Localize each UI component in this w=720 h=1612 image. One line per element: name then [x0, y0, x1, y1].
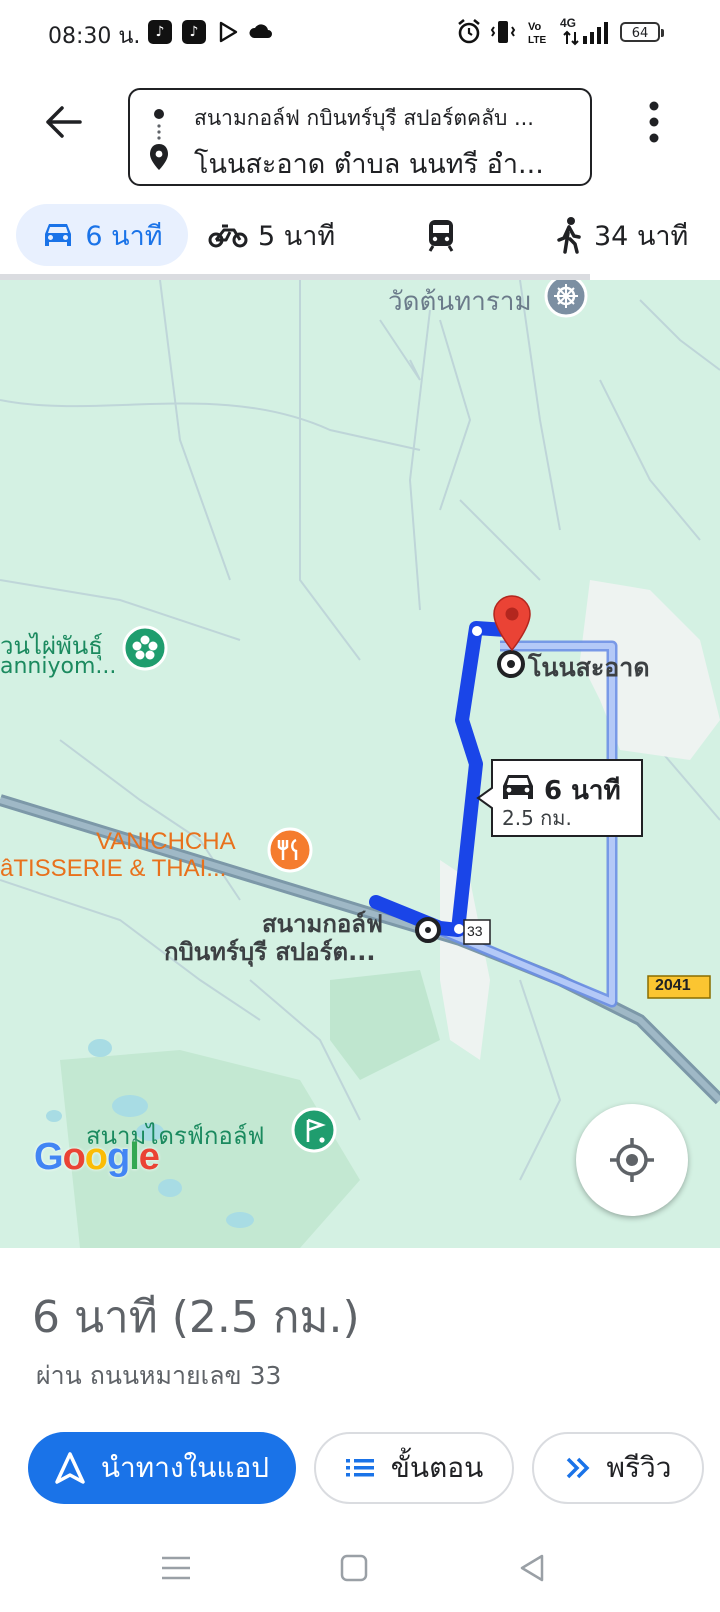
navigation-arrow-icon: [55, 1452, 85, 1484]
map-label-origin-line2[interactable]: กบินทร์บุรี สปอร์ต...: [164, 932, 376, 971]
vegetation-area: [330, 970, 440, 1080]
preview-button[interactable]: พรีวิว: [532, 1432, 704, 1504]
steps-button[interactable]: ขั้นตอน: [314, 1432, 514, 1504]
route-start-dot: [472, 626, 482, 636]
tab-drive[interactable]: 6 นาที: [16, 204, 188, 266]
tiktok-icon: ♪: [182, 20, 206, 44]
tab-transit[interactable]: [424, 204, 468, 266]
tab-walk[interactable]: 34 นาที: [554, 204, 688, 266]
tab-drive-label: 6 นาที: [85, 220, 163, 252]
volte-icon: Vo LTE: [528, 21, 546, 46]
map-label-restaurant[interactable]: VANICHCHA: [96, 828, 236, 856]
map-label-destination[interactable]: โนนสะอาด: [528, 648, 650, 688]
route-summary: 6 นาที (2.5 กม.): [32, 1292, 360, 1343]
cloud-icon: [249, 24, 272, 38]
signal-icon: [563, 22, 608, 46]
motorcycle-icon: [208, 224, 248, 248]
vibrate-icon: [490, 21, 516, 43]
car-icon: [45, 224, 72, 246]
route-end-dot: [454, 924, 464, 934]
road-33-label: 33: [467, 923, 483, 939]
train-icon: [428, 220, 454, 252]
route-dots-icon: [150, 109, 168, 170]
my-location-button[interactable]: [576, 1104, 688, 1216]
recents-menu-icon[interactable]: [156, 1548, 196, 1588]
double-chevron-right-icon: [566, 1457, 589, 1479]
route-inputs[interactable]: สนามกอล์ฟ กบินทร์บุรี สปอร์ตคลับ ... โนน…: [128, 88, 592, 186]
status-time: 08:30 น.: [48, 24, 141, 49]
preview-label: พรีวิว: [606, 1451, 672, 1484]
more-options-button[interactable]: [632, 96, 676, 148]
tiktok-icon: ♪: [148, 20, 172, 44]
walk-icon: [557, 217, 581, 254]
golf-driving-range-icon[interactable]: [291, 1107, 337, 1153]
tab-motorcycle[interactable]: 5 นาที: [208, 204, 335, 266]
map-label-temple[interactable]: วัดต้นทาราม: [388, 281, 532, 322]
map-view[interactable]: วัดต้นทาราม วนไผ่พันธุ์ anniyom... VANIC…: [0, 280, 720, 1248]
home-button-icon[interactable]: [334, 1548, 374, 1588]
back-triangle-icon[interactable]: [512, 1548, 552, 1588]
steps-label: ขั้นตอน: [390, 1451, 484, 1484]
road-2041-label: 2041: [655, 977, 691, 994]
svg-text:LTE: LTE: [528, 35, 546, 46]
svg-text:Vo: Vo: [528, 21, 542, 33]
arrow-back-icon: [46, 106, 82, 138]
map-label-park-sub[interactable]: anniyom...: [0, 654, 116, 679]
start-navigation-button[interactable]: นำทางในแอป: [28, 1432, 296, 1504]
start-navigation-label: นำทางในแอป: [100, 1451, 270, 1484]
tab-motorcycle-label: 5 นาที: [258, 220, 336, 252]
play-icon: [219, 21, 238, 43]
callout-car-icon: [503, 775, 533, 799]
map-label-restaurant-sub[interactable]: âTISSERIE & THAI...: [0, 855, 226, 883]
origin-field[interactable]: สนามกอล์ฟ กบินทร์บุรี สปอร์ตคลับ ...: [194, 102, 574, 135]
list-icon: [345, 1459, 374, 1477]
more-vert-icon: [649, 101, 659, 143]
status-bar: 08:30 น. ♪ ♪ Vo LTE 4G 64: [0, 0, 720, 66]
callout-distance: 2.5 กม.: [502, 806, 572, 830]
alarm-icon: [458, 18, 480, 44]
google-logo: Google: [34, 1136, 160, 1178]
back-button[interactable]: [36, 94, 92, 150]
travel-mode-tabs: 6 นาที 5 นาที 34 นาที: [0, 200, 720, 272]
map-canvas[interactable]: [0, 280, 720, 1248]
my-location-icon: [610, 1138, 654, 1182]
tab-walk-label: 34 นาที: [594, 220, 689, 252]
restaurant-icon[interactable]: [267, 827, 313, 873]
destination-field[interactable]: โนนสะอาด ตำบล นนทรี อำ...: [194, 142, 574, 185]
battery-level: 64: [631, 26, 649, 41]
battery-icon: 64: [620, 22, 664, 42]
route-via: ผ่าน ถนนหมายเลข 33: [36, 1361, 282, 1390]
